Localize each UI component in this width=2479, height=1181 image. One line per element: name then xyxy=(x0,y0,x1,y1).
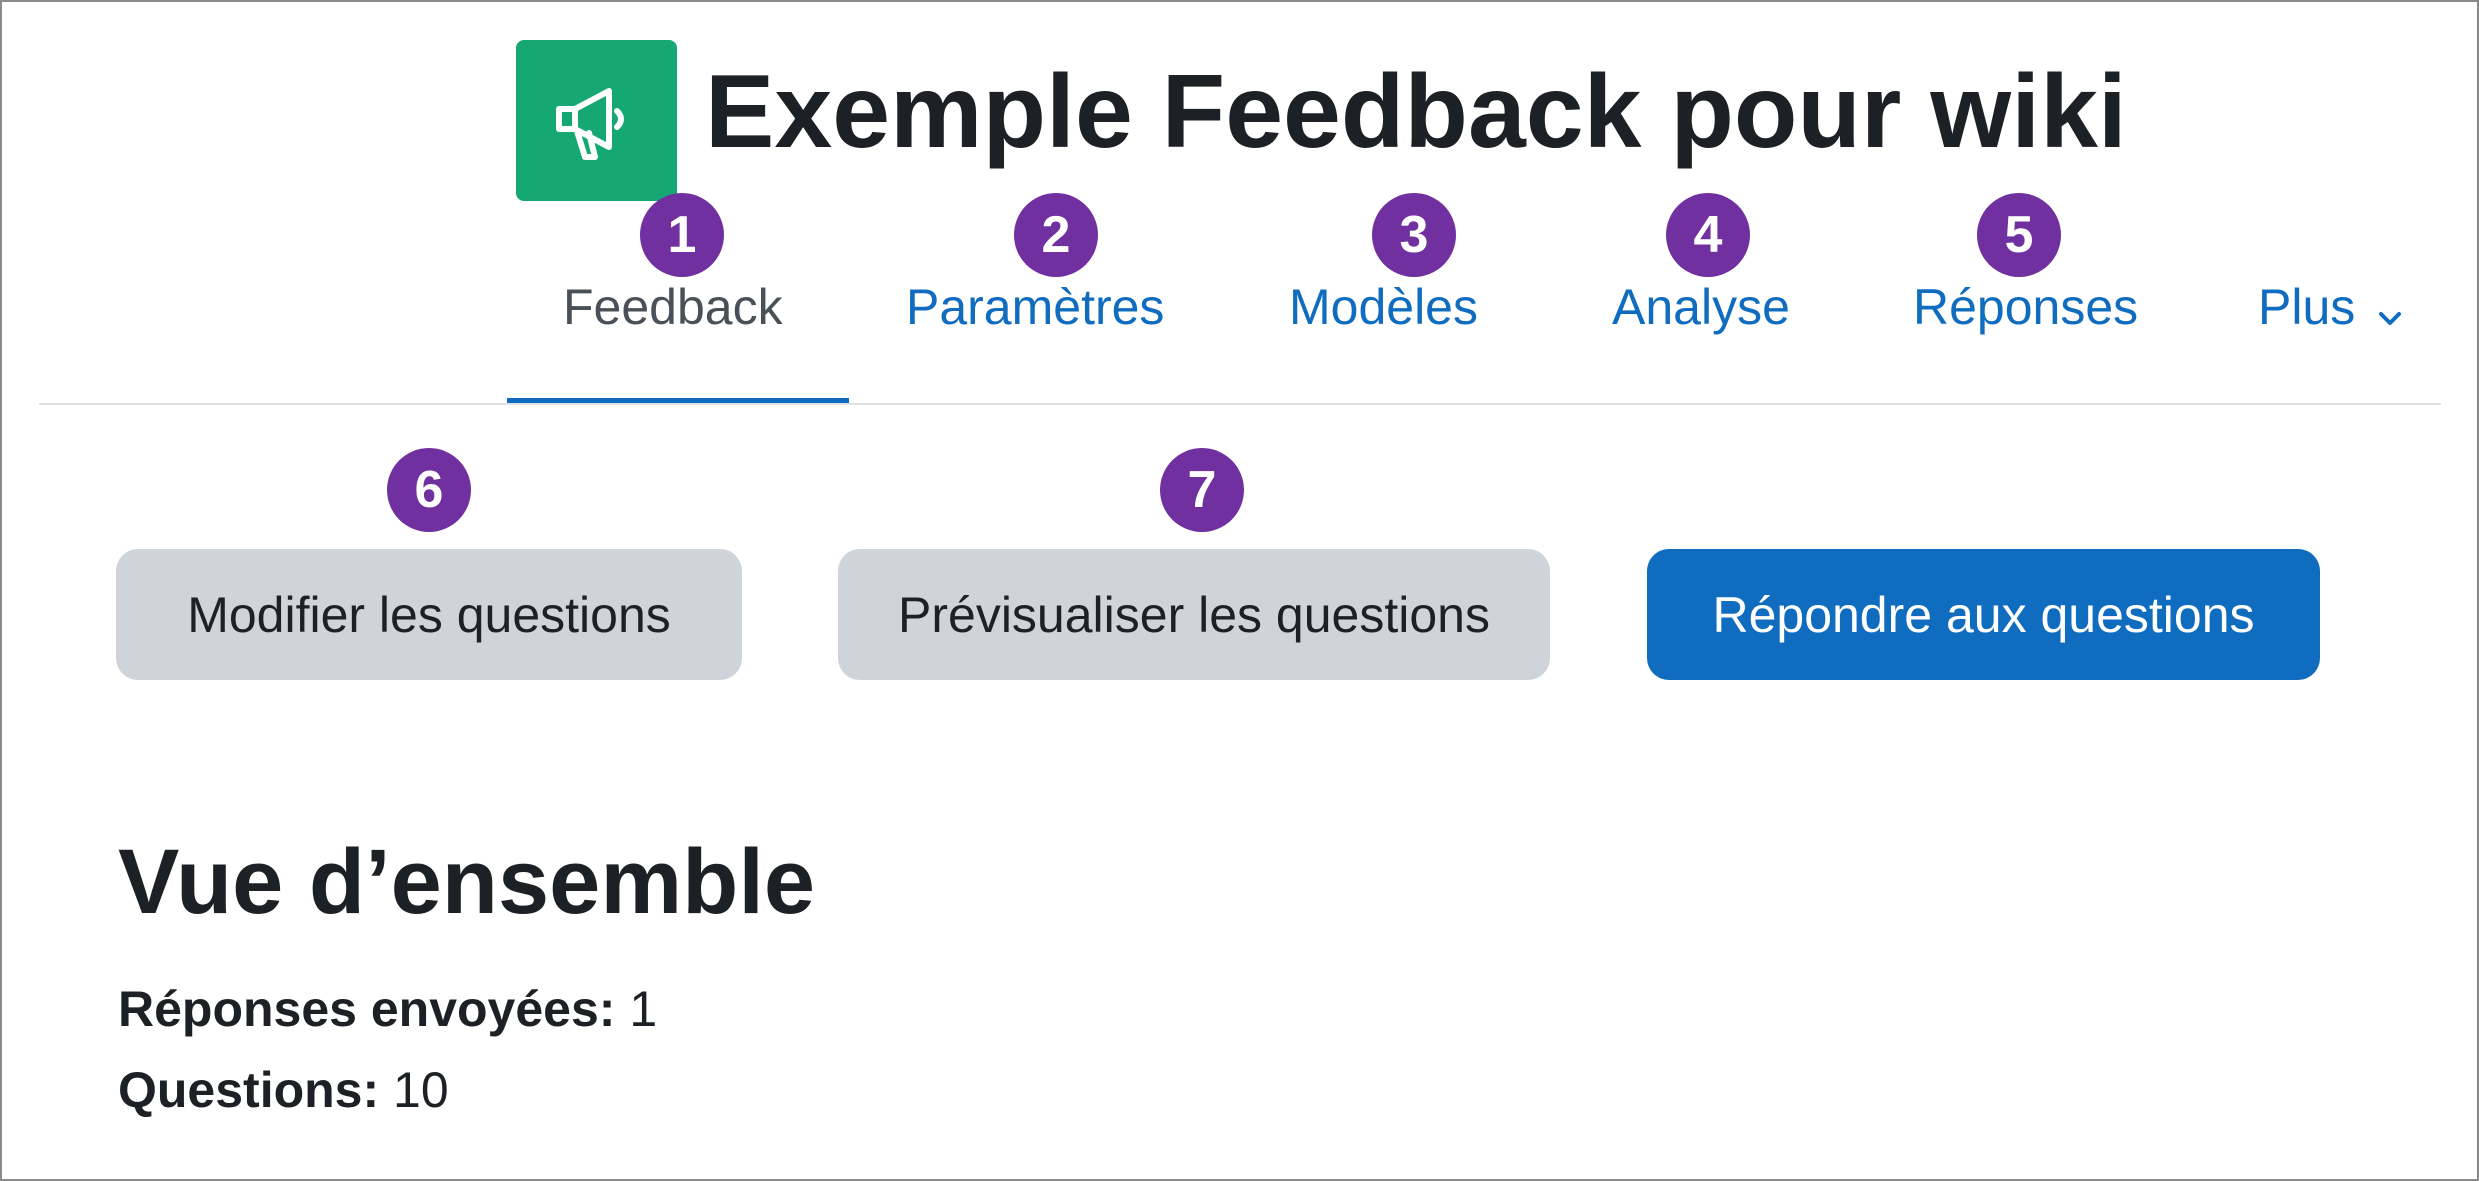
screenshot-frame: Exemple Feedback pour wiki Feedback Para… xyxy=(0,0,2479,1181)
tab-plus[interactable]: Plus xyxy=(2258,272,2403,342)
tabs-divider xyxy=(39,403,2441,405)
submitted-responses-label: Réponses envoyées: xyxy=(118,981,616,1037)
tab-parametres[interactable]: Paramètres xyxy=(906,272,1164,342)
tab-modeles[interactable]: Modèles xyxy=(1289,272,1478,342)
callout-badge-6: 6 xyxy=(387,448,471,532)
tab-plus-label: Plus xyxy=(2258,279,2356,335)
tab-feedback[interactable]: Feedback xyxy=(563,272,783,342)
overview-heading: Vue d’ensemble xyxy=(118,831,816,933)
callout-badge-3: 3 xyxy=(1372,193,1456,277)
callout-badge-7: 7 xyxy=(1160,448,1244,532)
callout-badge-4: 4 xyxy=(1666,193,1750,277)
questions-count-label: Questions: xyxy=(118,1062,380,1118)
submitted-responses-stat: Réponses envoyées: 1 xyxy=(118,977,657,1041)
questions-count-stat: Questions: 10 xyxy=(118,1058,449,1122)
answer-questions-button[interactable]: Répondre aux questions xyxy=(1647,549,2320,680)
preview-questions-button[interactable]: Prévisualiser les questions xyxy=(838,549,1550,680)
chevron-down-icon xyxy=(2377,276,2403,346)
callout-badge-1: 1 xyxy=(640,193,724,277)
megaphone-icon xyxy=(516,40,677,201)
edit-questions-button[interactable]: Modifier les questions xyxy=(116,549,742,680)
page-title: Exemple Feedback pour wiki xyxy=(705,54,2127,170)
callout-badge-2: 2 xyxy=(1014,193,1098,277)
tab-reponses[interactable]: Réponses xyxy=(1913,272,2138,342)
questions-count-value: 10 xyxy=(393,1062,449,1118)
callout-badge-5: 5 xyxy=(1977,193,2061,277)
tab-analyse[interactable]: Analyse xyxy=(1612,272,1790,342)
submitted-responses-value: 1 xyxy=(629,981,658,1037)
